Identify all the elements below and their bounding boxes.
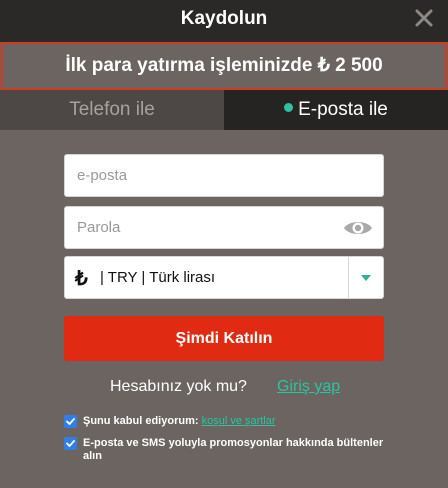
close-icon[interactable] bbox=[414, 8, 434, 28]
join-now-button[interactable]: Şimdi Katılın bbox=[64, 316, 384, 361]
terms-link[interactable]: koşul ve şartlar bbox=[202, 415, 276, 427]
tab-email-label: E-posta ile bbox=[298, 99, 388, 120]
eye-icon[interactable] bbox=[343, 218, 373, 238]
terms-label: Şunu kabul ediyorum: bbox=[83, 415, 199, 427]
tab-email[interactable]: E-posta ile bbox=[224, 90, 448, 130]
active-dot-icon bbox=[284, 103, 294, 113]
email-field bbox=[64, 154, 384, 197]
currency-divider bbox=[348, 257, 349, 298]
newsletter-checkbox[interactable] bbox=[64, 437, 77, 450]
currency-select[interactable]: ₺ | TRY | Türk lirası bbox=[64, 256, 384, 299]
terms-checkbox[interactable] bbox=[64, 415, 77, 428]
no-account-text: Hesabınız yok mu? bbox=[110, 378, 247, 395]
terms-checkbox-row: Şunu kabul ediyorum: koşul ve şartlar bbox=[64, 414, 394, 430]
newsletter-label: E-posta ve SMS yoluyla promosyonlar hakk… bbox=[83, 437, 384, 462]
signup-tabs: Telefon ile E-posta ile bbox=[0, 90, 448, 130]
tab-phone[interactable]: Telefon ile bbox=[0, 90, 224, 130]
modal-title: Kaydolun bbox=[180, 8, 268, 29]
newsletter-checkbox-row: E-posta ve SMS yoluyla promosyonlar hakk… bbox=[64, 436, 394, 466]
password-input[interactable] bbox=[65, 207, 383, 248]
chevron-down-icon[interactable] bbox=[361, 275, 371, 281]
lira-icon: ₺ bbox=[75, 268, 88, 290]
login-row: Hesabınız yok mu? Giriş yap bbox=[0, 378, 448, 398]
modal-header: Kaydolun bbox=[0, 0, 448, 42]
currency-label: | TRY | Türk lirası bbox=[100, 269, 216, 286]
email-input[interactable] bbox=[65, 155, 383, 196]
login-link[interactable]: Giriş yap bbox=[277, 378, 340, 396]
promo-banner: İlk para yatırma işleminizde ₺ 2 500 bbox=[1, 42, 447, 90]
password-field bbox=[64, 206, 384, 249]
tab-phone-label: Telefon ile bbox=[69, 99, 155, 120]
